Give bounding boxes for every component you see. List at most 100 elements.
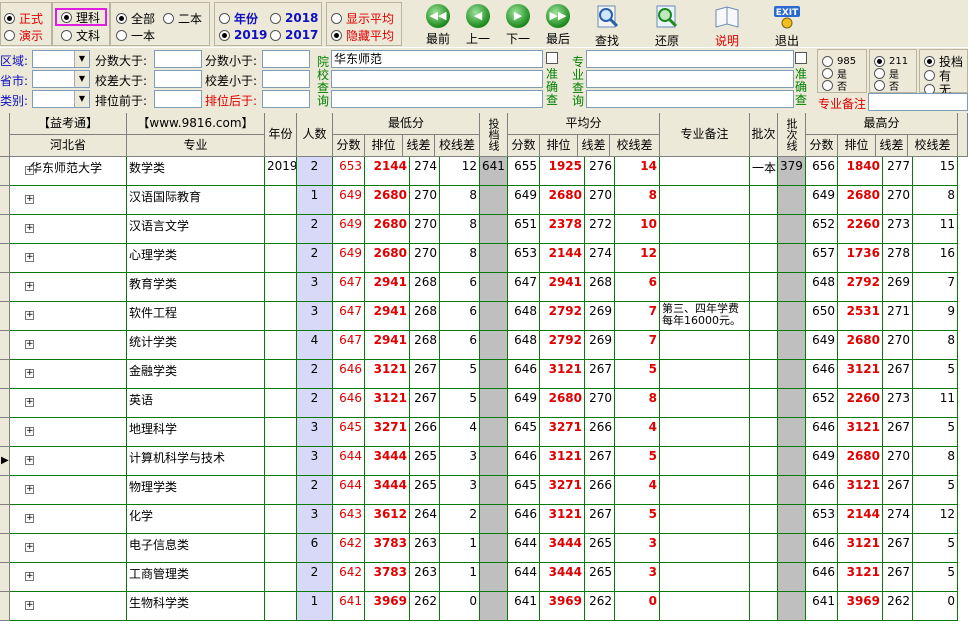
batch-line-cell[interactable] <box>778 418 806 447</box>
row-indicator[interactable] <box>0 563 10 592</box>
max-school-diff-cell[interactable]: 8 <box>913 331 958 360</box>
invest-line-cell[interactable] <box>480 360 508 389</box>
invest-line-cell[interactable] <box>480 244 508 273</box>
985-no-radio[interactable]: 否 <box>822 77 847 93</box>
avg-school-diff-cell[interactable]: 0 <box>615 592 660 621</box>
avg-line-diff-cell[interactable]: 272 <box>585 215 615 244</box>
batch-cell[interactable] <box>750 534 778 563</box>
major-cell[interactable]: 教育学类 <box>127 273 265 302</box>
min-score-cell[interactable]: 646 <box>333 389 365 418</box>
max-score-cell[interactable]: 646 <box>806 418 838 447</box>
expand-icon[interactable]: + <box>25 601 34 610</box>
avg-score-cell[interactable]: 646 <box>508 505 540 534</box>
batch-line-cell[interactable] <box>778 215 806 244</box>
max-rank-cell[interactable]: 3121 <box>838 563 883 592</box>
avg-school-diff-cell[interactable]: 7 <box>615 331 660 360</box>
major-cell[interactable]: 化学 <box>127 505 265 534</box>
batch-cell[interactable] <box>750 389 778 418</box>
avg-rank-cell[interactable]: 3444 <box>540 563 585 592</box>
count-cell[interactable]: 2 <box>297 244 333 273</box>
major-cell[interactable]: 统计学类 <box>127 331 265 360</box>
avg-rank-cell[interactable]: 2941 <box>540 273 585 302</box>
avg-score-cell[interactable]: 648 <box>508 331 540 360</box>
table-row[interactable]: + 工商管理类 2 642 3783 263 1 644 3444 265 3 646 3121 267 5 <box>0 563 968 592</box>
max-line-diff-cell[interactable]: 277 <box>883 157 913 186</box>
max-score-cell[interactable]: 652 <box>806 215 838 244</box>
note-cell[interactable] <box>660 273 750 302</box>
school-cell[interactable]: + <box>10 360 127 389</box>
major-cell[interactable]: 地理科学 <box>127 418 265 447</box>
row-indicator[interactable] <box>0 592 10 621</box>
min-rank-cell[interactable]: 2680 <box>365 244 410 273</box>
max-line-diff-cell[interactable]: 267 <box>883 534 913 563</box>
count-cell[interactable]: 2 <box>297 215 333 244</box>
max-rank-cell[interactable]: 2680 <box>838 447 883 476</box>
table-row[interactable]: + 地理科学 3 645 3271 266 4 645 3271 266 4 646 3121 267 5 <box>0 418 968 447</box>
avg-score-cell[interactable]: 648 <box>508 302 540 331</box>
school-cell[interactable]: + <box>10 244 127 273</box>
max-line-diff-cell[interactable]: 273 <box>883 389 913 418</box>
row-indicator[interactable] <box>0 389 10 418</box>
max-school-diff-cell[interactable]: 8 <box>913 447 958 476</box>
row-indicator[interactable] <box>0 505 10 534</box>
max-line-diff-cell[interactable]: 270 <box>883 447 913 476</box>
note-cell[interactable] <box>660 534 750 563</box>
expand-icon[interactable]: + <box>25 514 34 523</box>
diff-lt-input[interactable] <box>262 70 310 88</box>
note-cell[interactable] <box>660 389 750 418</box>
avg-rank-cell[interactable]: 3121 <box>540 447 585 476</box>
avg-rank-cell[interactable]: 3121 <box>540 360 585 389</box>
count-cell[interactable]: 2 <box>297 389 333 418</box>
max-score-cell[interactable]: 646 <box>806 534 838 563</box>
note-cell[interactable]: 第三、四年学费每年16000元。 <box>660 302 750 331</box>
max-rank-cell[interactable]: 1840 <box>838 157 883 186</box>
note-cell[interactable] <box>660 447 750 476</box>
count-cell[interactable]: 2 <box>297 157 333 186</box>
school-cell[interactable]: + <box>10 186 127 215</box>
avg-line-diff-cell[interactable]: 265 <box>585 534 615 563</box>
major-note-input[interactable] <box>868 93 968 111</box>
school-cell[interactable]: + <box>10 476 127 505</box>
count-cell[interactable]: 2 <box>297 360 333 389</box>
year-cell[interactable] <box>265 360 297 389</box>
min-line-diff-cell[interactable]: 265 <box>410 447 440 476</box>
batch-cell[interactable] <box>750 592 778 621</box>
211-no-radio[interactable]: 否 <box>874 77 899 93</box>
max-rank-cell[interactable]: 2531 <box>838 302 883 331</box>
major-cell[interactable]: 工商管理类 <box>127 563 265 592</box>
min-score-cell[interactable]: 647 <box>333 273 365 302</box>
min-score-cell[interactable]: 642 <box>333 534 365 563</box>
year-cell[interactable]: 2019 <box>265 157 297 186</box>
min-rank-cell[interactable]: 2680 <box>365 186 410 215</box>
batch-first-radio[interactable]: 一本 <box>116 27 155 43</box>
max-rank-cell[interactable]: 3121 <box>838 476 883 505</box>
max-line-diff-cell[interactable]: 270 <box>883 186 913 215</box>
year-2017-radio[interactable]: 2017 <box>270 27 318 43</box>
major-cell[interactable]: 汉语国际教育 <box>127 186 265 215</box>
min-school-diff-cell[interactable]: 8 <box>440 244 480 273</box>
min-school-diff-cell[interactable]: 12 <box>440 157 480 186</box>
avg-score-cell[interactable]: 646 <box>508 447 540 476</box>
avg-rank-cell[interactable]: 2680 <box>540 389 585 418</box>
batch-line-cell[interactable] <box>778 244 806 273</box>
max-score-cell[interactable]: 649 <box>806 186 838 215</box>
min-score-cell[interactable]: 642 <box>333 563 365 592</box>
table-row[interactable]: + 金融学类 2 646 3121 267 5 646 3121 267 5 646 3121 267 5 <box>0 360 968 389</box>
batch-line-cell[interactable] <box>778 273 806 302</box>
batch-second-radio[interactable]: 二本 <box>163 10 202 26</box>
min-score-cell[interactable]: 644 <box>333 447 365 476</box>
table-row[interactable]: ▶ + 计算机科学与技术 3 644 3444 265 3 646 3121 267 5 649 2680… <box>0 447 968 476</box>
batch-line-cell[interactable] <box>778 389 806 418</box>
avg-line-diff-cell[interactable]: 274 <box>585 244 615 273</box>
min-line-diff-cell[interactable]: 268 <box>410 302 440 331</box>
avg-school-diff-cell[interactable]: 12 <box>615 244 660 273</box>
hide-average-radio[interactable]: 隐藏平均 <box>331 27 394 43</box>
min-score-cell[interactable]: 649 <box>333 186 365 215</box>
expand-icon[interactable]: + <box>25 224 34 233</box>
max-score-cell[interactable]: 648 <box>806 273 838 302</box>
table-row[interactable]: + 生物科学类 1 641 3969 262 0 641 3969 262 0 641 3969 262 0 <box>0 592 968 621</box>
first-button[interactable]: ◀◀ 最前 <box>418 4 458 46</box>
batch-line-cell[interactable] <box>778 505 806 534</box>
avg-line-diff-cell[interactable]: 276 <box>585 157 615 186</box>
max-rank-cell[interactable]: 2680 <box>838 186 883 215</box>
